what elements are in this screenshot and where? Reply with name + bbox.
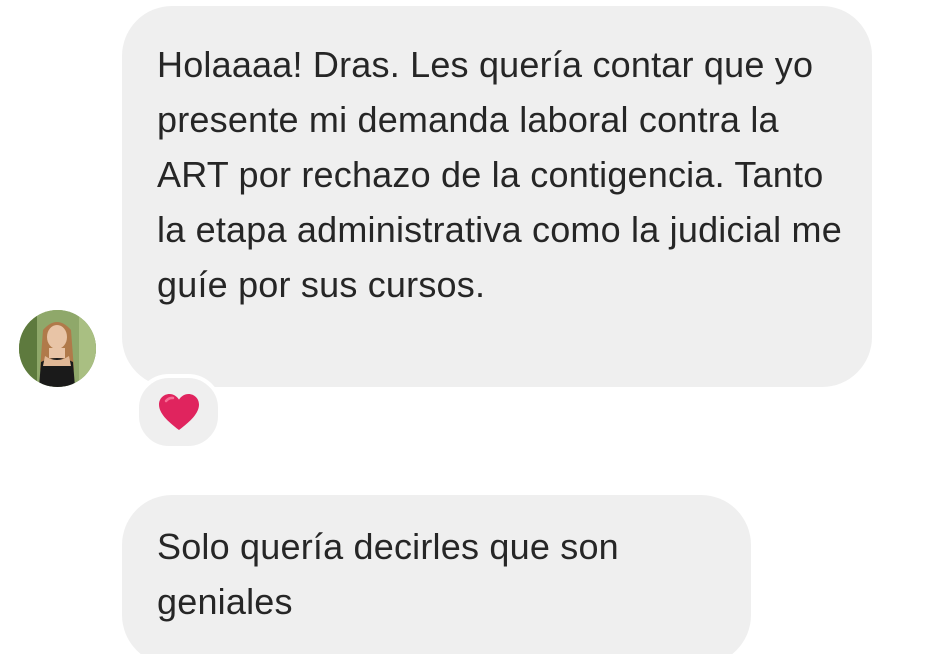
message-text: Solo quería decirles que son geniales bbox=[157, 526, 619, 622]
avatar-photo bbox=[19, 310, 96, 387]
message-text: Holaaaa! Dras. Les quería contar que yo … bbox=[157, 44, 842, 305]
chat-thread: Holaaaa! Dras. Les quería contar que yo … bbox=[0, 0, 934, 654]
message-bubble[interactable]: Holaaaa! Dras. Les quería contar que yo … bbox=[122, 6, 872, 387]
sender-avatar[interactable] bbox=[19, 310, 96, 387]
message-bubble[interactable]: Solo quería decirles que son geniales bbox=[122, 495, 751, 654]
message-reaction[interactable] bbox=[135, 374, 222, 450]
heart-icon bbox=[158, 394, 199, 430]
